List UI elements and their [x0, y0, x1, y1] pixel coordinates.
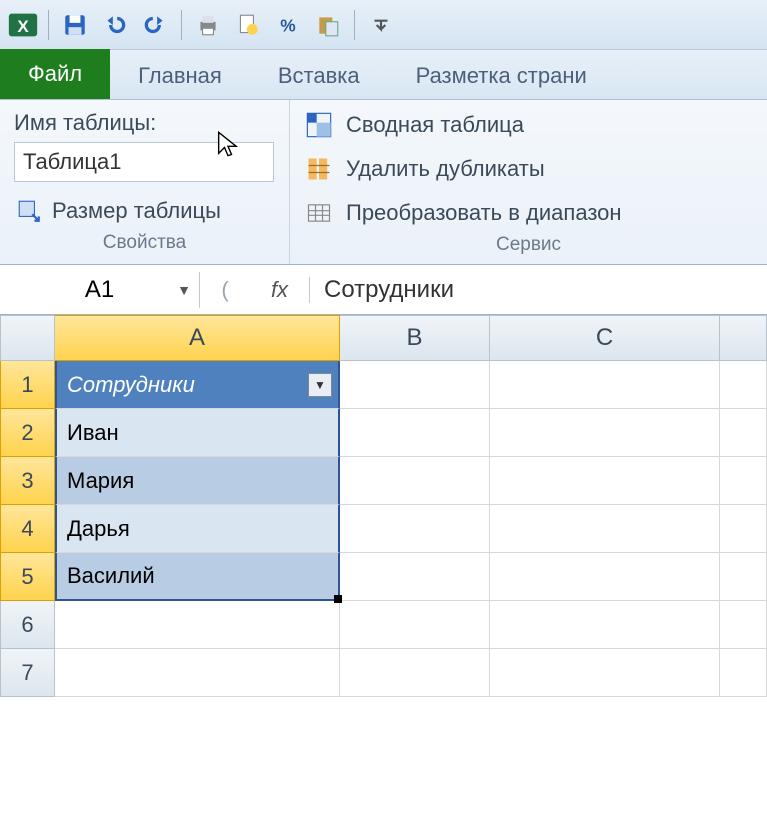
separator [354, 10, 355, 40]
row-header-1[interactable]: 1 [0, 361, 55, 409]
separator [181, 10, 182, 40]
convert-to-range-button[interactable]: Преобразовать в диапазон [304, 198, 753, 228]
pivot-table-button[interactable]: Сводная таблица [304, 110, 753, 140]
svg-text:X: X [17, 17, 29, 36]
cell-C3[interactable] [490, 457, 720, 505]
resize-table-icon [14, 196, 44, 226]
remove-duplicates-button[interactable]: Удалить дубликаты [304, 154, 753, 184]
resize-table-label: Размер таблицы [52, 198, 221, 224]
pivot-table-label: Сводная таблица [346, 112, 524, 138]
new-file-button[interactable] [230, 7, 266, 43]
remove-duplicates-label: Удалить дубликаты [346, 156, 545, 182]
formula-content[interactable]: Сотрудники [310, 272, 767, 308]
row-header-4[interactable]: 4 [0, 505, 55, 553]
formula-paren-icon: ( [200, 277, 250, 303]
page-layout-tab[interactable]: Разметка страни [388, 53, 615, 99]
quick-access-toolbar: X % [0, 0, 767, 50]
cell-A3[interactable]: Мария [55, 457, 340, 505]
pivot-table-icon [304, 110, 334, 140]
name-box[interactable]: A1 ▼ [0, 272, 200, 308]
table-name-input[interactable] [14, 142, 274, 182]
ribbon: Имя таблицы: Размер таблицы Свойства Сво… [0, 100, 767, 265]
cell-D1[interactable] [720, 361, 767, 409]
row-header-5[interactable]: 5 [0, 553, 55, 601]
svg-text:%: % [280, 15, 295, 35]
cell-D6[interactable] [720, 601, 767, 649]
save-button[interactable] [57, 7, 93, 43]
cell-C6[interactable] [490, 601, 720, 649]
cell-B1[interactable] [340, 361, 490, 409]
column-header-A[interactable]: A [55, 315, 340, 361]
percent-button[interactable]: % [270, 7, 306, 43]
column-header-B[interactable]: B [340, 315, 490, 361]
convert-range-icon [304, 198, 334, 228]
cell-B3[interactable] [340, 457, 490, 505]
cell-A1[interactable]: Сотрудники ▼ [55, 361, 340, 409]
row-header-3[interactable]: 3 [0, 457, 55, 505]
print-button[interactable] [190, 7, 226, 43]
cell-B7[interactable] [340, 649, 490, 697]
cell-A7[interactable] [55, 649, 340, 697]
row-7: 7 [0, 649, 767, 697]
service-group-label: Сервис [304, 228, 753, 260]
table-name-label: Имя таблицы: [14, 110, 275, 136]
remove-duplicates-icon [304, 154, 334, 184]
cell-D4[interactable] [720, 505, 767, 553]
cell-A6[interactable] [55, 601, 340, 649]
cell-C4[interactable] [490, 505, 720, 553]
name-box-dropdown-icon[interactable]: ▼ [177, 282, 191, 298]
filter-dropdown-button[interactable]: ▼ [308, 373, 332, 397]
cell-B5[interactable] [340, 553, 490, 601]
ribbon-tabs: Файл Главная Вставка Разметка страни [0, 50, 767, 100]
cell-C5[interactable] [490, 553, 720, 601]
resize-table-button[interactable]: Размер таблицы [14, 196, 275, 226]
spreadsheet-grid: A B C 1 Сотрудники ▼ 2 Иван 3 Мария 4 Да… [0, 315, 767, 697]
row-header-2[interactable]: 2 [0, 409, 55, 457]
row-2: 2 Иван [0, 409, 767, 457]
cell-C2[interactable] [490, 409, 720, 457]
cell-D3[interactable] [720, 457, 767, 505]
cell-A2[interactable]: Иван [55, 409, 340, 457]
customize-qat-button[interactable] [363, 7, 399, 43]
table-header-text: Сотрудники [67, 372, 195, 398]
column-header-D[interactable] [720, 315, 767, 361]
row-1: 1 Сотрудники ▼ [0, 361, 767, 409]
cell-D2[interactable] [720, 409, 767, 457]
cell-B4[interactable] [340, 505, 490, 553]
undo-button[interactable] [97, 7, 133, 43]
file-tab[interactable]: Файл [0, 49, 110, 99]
cell-C7[interactable] [490, 649, 720, 697]
fx-button[interactable]: fx [250, 277, 310, 303]
formula-bar: A1 ▼ ( fx Сотрудники [0, 265, 767, 315]
row-5: 5 Василий [0, 553, 767, 601]
cell-B6[interactable] [340, 601, 490, 649]
row-6: 6 [0, 601, 767, 649]
row-header-7[interactable]: 7 [0, 649, 55, 697]
cell-B2[interactable] [340, 409, 490, 457]
excel-logo-icon: X [6, 8, 40, 42]
column-headers: A B C [0, 315, 767, 361]
convert-range-label: Преобразовать в диапазон [346, 200, 622, 226]
row-header-6[interactable]: 6 [0, 601, 55, 649]
cell-A4[interactable]: Дарья [55, 505, 340, 553]
paste-special-button[interactable] [310, 7, 346, 43]
properties-group: Имя таблицы: Размер таблицы Свойства [0, 100, 290, 264]
name-box-value: A1 [85, 276, 114, 303]
column-header-C[interactable]: C [490, 315, 720, 361]
insert-tab[interactable]: Вставка [250, 53, 388, 99]
cell-D5[interactable] [720, 553, 767, 601]
properties-group-label: Свойства [14, 226, 275, 258]
home-tab[interactable]: Главная [110, 53, 250, 99]
separator [48, 10, 49, 40]
redo-button[interactable] [137, 7, 173, 43]
cell-D7[interactable] [720, 649, 767, 697]
service-group: Сводная таблица Удалить дубликаты Преобр… [290, 100, 767, 264]
row-3: 3 Мария [0, 457, 767, 505]
cell-C1[interactable] [490, 361, 720, 409]
row-4: 4 Дарья [0, 505, 767, 553]
select-all-corner[interactable] [0, 315, 55, 361]
cell-A5[interactable]: Василий [55, 553, 340, 601]
